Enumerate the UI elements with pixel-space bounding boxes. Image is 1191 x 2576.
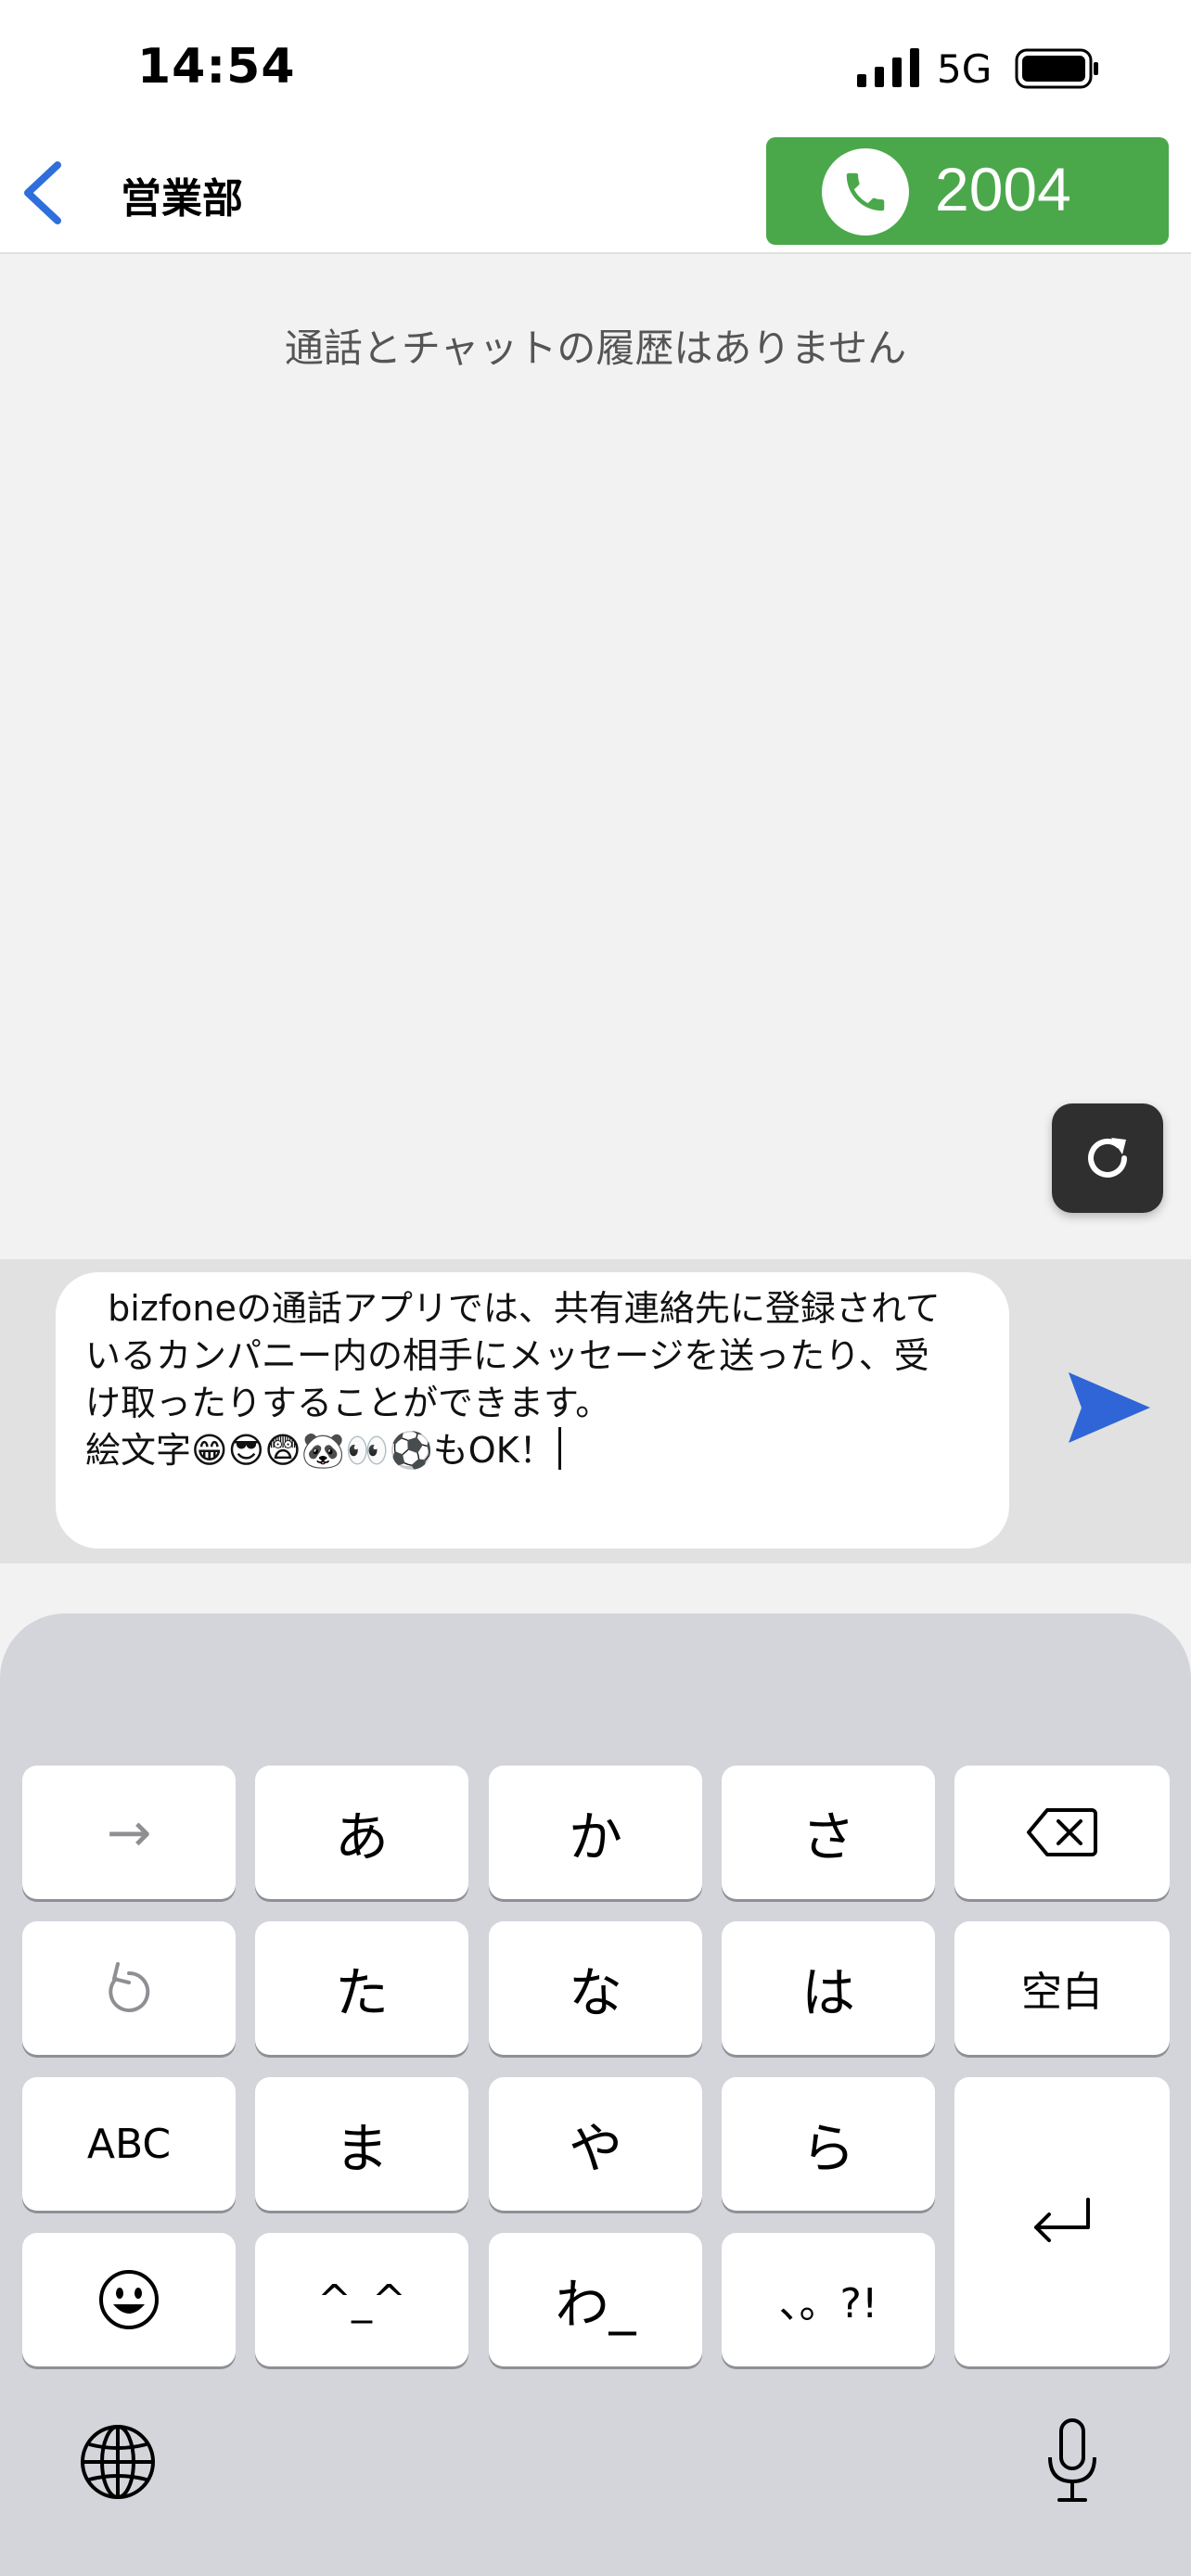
key-label: か xyxy=(568,1805,622,1868)
return-icon xyxy=(1034,2198,1090,2242)
emoji-key[interactable] xyxy=(22,2233,236,2366)
key-ya[interactable]: や xyxy=(489,2077,702,2211)
key-label: ら xyxy=(800,2117,855,2180)
phone-icon xyxy=(822,148,909,236)
page-title: 営業部 xyxy=(121,175,243,223)
key-label: 空白 xyxy=(1021,1969,1103,2016)
key-label: わ_ xyxy=(555,2273,636,2336)
refresh-button[interactable] xyxy=(1052,1103,1163,1213)
key-label: ^_^ xyxy=(317,2276,406,2324)
kaomoji-key[interactable]: ^_^ xyxy=(255,2233,468,2366)
key-sa[interactable]: さ xyxy=(722,1766,935,1899)
microphone-icon[interactable] xyxy=(1043,2417,1102,2506)
globe-icon[interactable] xyxy=(78,2422,158,2502)
text-cursor xyxy=(557,1427,561,1470)
keyboard: → あ か さ た な は 空白 ABC ま や ら ^_^ わ_ 、。?! xyxy=(0,1613,1191,2576)
compose-bar: bizfoneの通話アプリでは、共有連絡先に登録されて いるカンパニー内の相手に… xyxy=(0,1259,1191,1563)
back-chevron-icon[interactable] xyxy=(17,158,69,228)
undo-key[interactable] xyxy=(22,1921,236,2055)
punctuation-key[interactable]: 、。?! xyxy=(722,2233,935,2366)
undo-icon xyxy=(109,1962,150,2012)
key-wa[interactable]: わ_ xyxy=(489,2233,702,2366)
call-number: 2004 xyxy=(935,155,1071,223)
key-label: は xyxy=(800,1961,855,2024)
delete-key[interactable] xyxy=(954,1766,1170,1899)
send-icon[interactable] xyxy=(1065,1369,1154,1447)
battery-icon xyxy=(1015,48,1098,89)
return-key[interactable] xyxy=(954,2077,1170,2366)
call-button[interactable]: 2004 xyxy=(766,137,1169,245)
message-line: け取ったりすることができます。 xyxy=(85,1383,611,1423)
key-ra[interactable]: ら xyxy=(722,2077,935,2211)
space-key[interactable]: 空白 xyxy=(954,1921,1170,2055)
navigation-bar: 営業部 2004 xyxy=(0,130,1191,254)
key-ta[interactable]: た xyxy=(255,1921,468,2055)
status-bar: 14:54 5G xyxy=(0,0,1191,130)
key-label: あ xyxy=(334,1805,389,1868)
message-line: bizfoneの通話アプリでは、共有連絡先に登録されて xyxy=(85,1288,941,1329)
key-ka[interactable]: か xyxy=(489,1766,702,1899)
message-line: いるカンパニー内の相手にメッセージを送ったり、受 xyxy=(85,1335,929,1376)
key-label: な xyxy=(568,1961,622,2024)
message-text: bizfoneの通話アプリでは、共有連絡先に登録されて いるカンパニー内の相手に… xyxy=(85,1285,994,1474)
message-input[interactable]: bizfoneの通話アプリでは、共有連絡先に登録されて いるカンパニー内の相手に… xyxy=(56,1272,1009,1549)
key-ma[interactable]: ま xyxy=(255,2077,468,2211)
emoji-icon xyxy=(99,2270,159,2329)
key-ha[interactable]: は xyxy=(722,1921,935,2055)
refresh-icon xyxy=(1088,1138,1127,1178)
key-label: や xyxy=(568,2117,622,2180)
status-time: 14:54 xyxy=(137,39,296,95)
delete-icon xyxy=(1027,1808,1097,1856)
key-label: 、。?! xyxy=(778,2280,878,2327)
abc-key[interactable]: ABC xyxy=(22,2077,236,2211)
cellular-signal-icon xyxy=(857,48,919,87)
key-arrow[interactable]: → xyxy=(22,1766,236,1899)
empty-history-message: 通話とチャットの履歴はありません xyxy=(284,325,907,371)
key-label: ま xyxy=(334,2117,389,2180)
key-label: ABC xyxy=(86,2120,172,2168)
message-line: 絵文字😁😎😨🐼👀⚽もOK！ xyxy=(85,1430,555,1471)
key-a[interactable]: あ xyxy=(255,1766,468,1899)
key-label: → xyxy=(106,1801,152,1864)
key-label: さ xyxy=(800,1805,855,1868)
key-label: た xyxy=(334,1961,389,2024)
key-na[interactable]: な xyxy=(489,1921,702,2055)
network-type: 5G xyxy=(937,46,992,92)
